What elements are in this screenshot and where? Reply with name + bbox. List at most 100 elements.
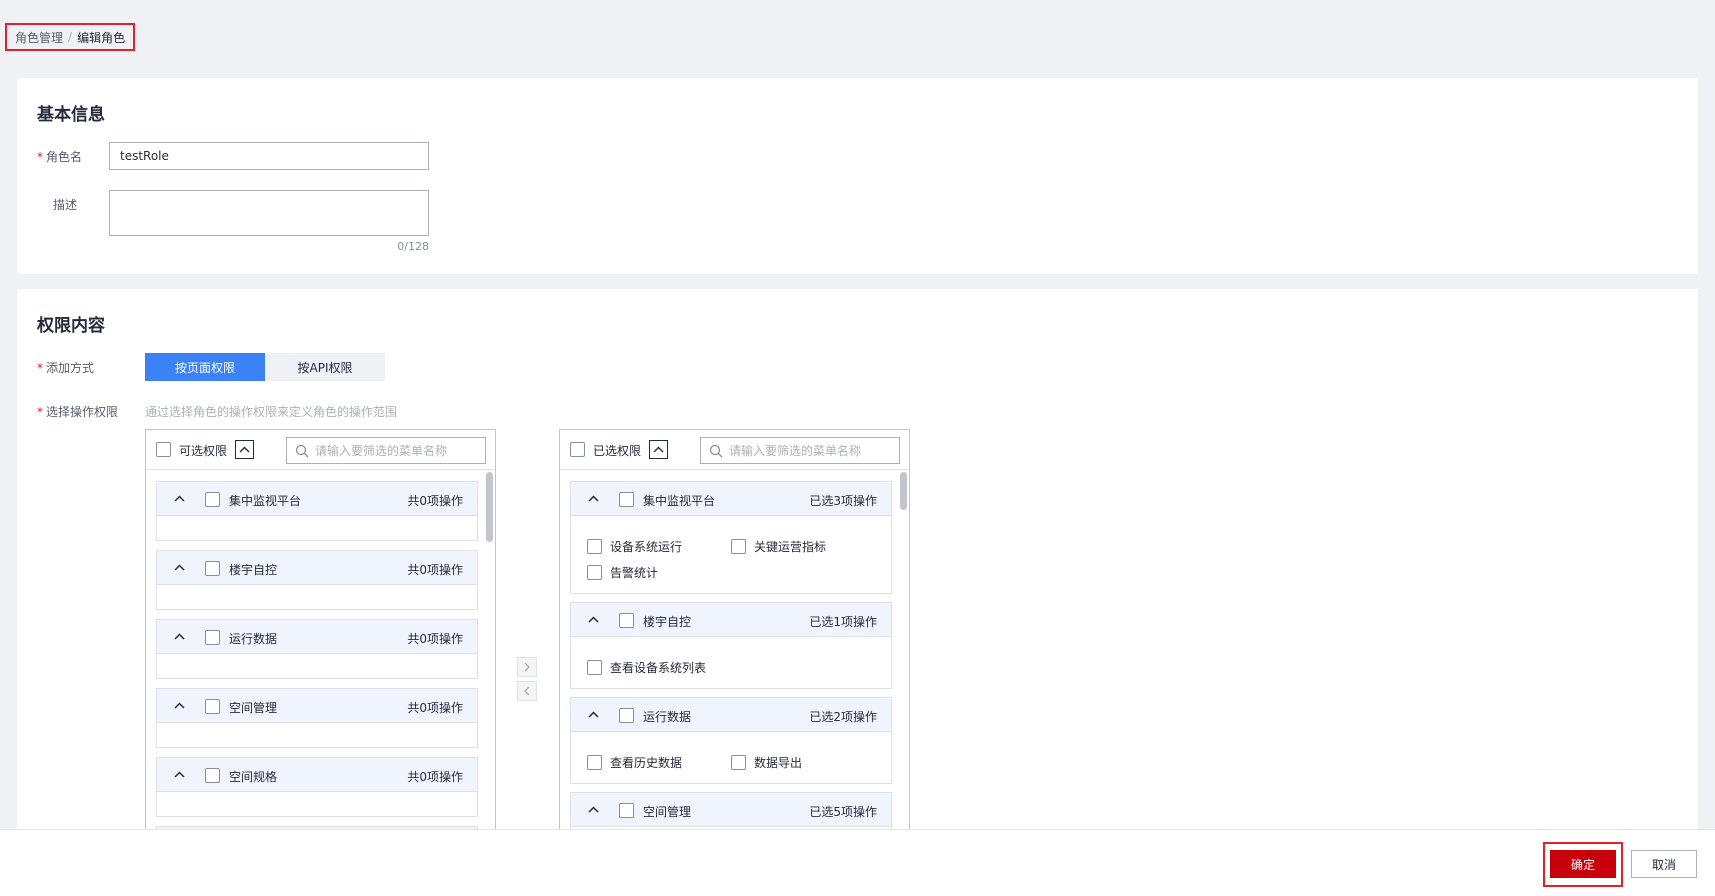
group-count: 共0项操作 <box>407 770 463 784</box>
available-group: 空间规格 共0项操作 <box>156 757 478 817</box>
available-group: 楼宇自控 共0项操作 <box>156 550 478 610</box>
select-ops-hint: 通过选择角色的操作权限来定义角色的操作范围 <box>145 405 398 419</box>
search-placeholder: 请输入要筛选的菜单名称 <box>315 444 448 458</box>
group-checkbox[interactable] <box>205 768 220 783</box>
chevron-up-icon[interactable] <box>587 613 600 626</box>
group-name: 集中监视平台 <box>643 494 716 508</box>
chevron-up-icon[interactable] <box>587 803 600 816</box>
chevron-up-icon[interactable] <box>587 708 600 721</box>
group-checkbox[interactable] <box>205 561 220 576</box>
add-method-label: * 添加方式 <box>37 361 95 375</box>
chevron-up-icon <box>653 446 664 453</box>
collapse-all-available-button[interactable] <box>235 440 254 459</box>
selected-scrollbar[interactable] <box>899 471 907 829</box>
available-permissions-panel: 可选权限 请输入要筛选的菜单名称 集中监视平台 共0项操作 楼宇自控 共0项操作… <box>145 429 496 829</box>
permission-item[interactable]: 查看设备系统列表 <box>587 659 706 676</box>
group-name: 楼宇自控 <box>643 615 692 629</box>
permission-item[interactable]: 数据导出 <box>731 754 802 771</box>
footer-bar: 确定 取消 <box>0 829 1715 896</box>
basic-info-card: 基本信息 * 角色名 testRole 描述 0/128 <box>17 78 1698 274</box>
item-checkbox[interactable] <box>731 539 746 554</box>
selected-group: 楼宇自控 已选1项操作 查看设备系统列表 <box>570 602 892 689</box>
item-checkbox[interactable] <box>587 539 602 554</box>
description-char-count: 0/128 <box>397 240 429 253</box>
chevron-right-icon <box>524 662 530 672</box>
available-group-header[interactable]: 集中监视平台 共0项操作 <box>157 482 477 516</box>
group-name: 空间管理 <box>229 701 278 715</box>
chevron-up-icon[interactable] <box>173 699 186 712</box>
group-name: 空间规格 <box>229 770 278 784</box>
group-checkbox[interactable] <box>619 492 634 507</box>
chevron-up-icon[interactable] <box>173 768 186 781</box>
basic-info-title: 基本信息 <box>37 105 105 125</box>
confirm-button[interactable]: 确定 <box>1550 850 1616 878</box>
group-count: 已选5项操作 <box>809 805 877 819</box>
chevron-up-icon[interactable] <box>173 561 186 574</box>
permission-item[interactable]: 告警统计 <box>587 564 658 581</box>
cancel-button[interactable]: 取消 <box>1631 850 1697 878</box>
group-checkbox[interactable] <box>619 708 634 723</box>
selected-group: 集中监视平台 已选3项操作 设备系统运行 关键运营指标 告警统计 <box>570 481 892 594</box>
search-icon <box>709 444 723 457</box>
select-ops-label: * 选择操作权限 <box>37 405 119 419</box>
group-checkbox[interactable] <box>619 803 634 818</box>
permissions-title: 权限内容 <box>37 316 105 336</box>
tab-page-permission[interactable]: 按页面权限 <box>145 353 265 381</box>
chevron-up-icon[interactable] <box>173 492 186 505</box>
selected-panel-label: 已选权限 <box>593 444 642 458</box>
permission-item[interactable]: 关键运营指标 <box>731 538 826 555</box>
chevron-up-icon[interactable] <box>173 630 186 643</box>
select-all-available-checkbox[interactable] <box>156 442 171 457</box>
tab-api-permission[interactable]: 按API权限 <box>265 353 385 381</box>
available-group: 运行数据 共0项操作 <box>156 619 478 679</box>
selected-search-input[interactable]: 请输入要筛选的菜单名称 <box>700 437 900 464</box>
available-group-header[interactable]: 楼宇自控 共0项操作 <box>157 551 477 585</box>
group-count: 共0项操作 <box>407 701 463 715</box>
chevron-up-icon[interactable] <box>587 492 600 505</box>
selected-permissions-panel: 已选权限 请输入要筛选的菜单名称 集中监视平台 已选3项操作 设备系统运行 关键… <box>559 429 910 829</box>
select-all-selected-checkbox[interactable] <box>570 442 585 457</box>
selected-group-header[interactable]: 楼宇自控 已选1项操作 <box>571 603 891 637</box>
group-checkbox[interactable] <box>205 699 220 714</box>
group-count: 已选3项操作 <box>809 494 877 508</box>
available-group: 空间管理 共0项操作 <box>156 688 478 748</box>
transfer-right-button[interactable] <box>517 657 537 677</box>
selected-group: 空间管理 已选5项操作 <box>570 792 892 829</box>
item-checkbox[interactable] <box>587 565 602 580</box>
group-count: 已选2项操作 <box>809 710 877 724</box>
group-name: 空间管理 <box>643 805 692 819</box>
selected-scrollbar-thumb[interactable] <box>900 472 907 510</box>
available-search-input[interactable]: 请输入要筛选的菜单名称 <box>286 437 486 464</box>
available-group-header[interactable]: 运行数据 共0项操作 <box>157 620 477 654</box>
search-placeholder: 请输入要筛选的菜单名称 <box>729 444 862 458</box>
available-scrollbar-thumb[interactable] <box>486 472 493 542</box>
selected-panel-header: 已选权限 请输入要筛选的菜单名称 <box>560 430 909 470</box>
item-checkbox[interactable] <box>731 755 746 770</box>
role-name-input[interactable]: testRole <box>109 142 429 170</box>
add-method-segmented-control: 按页面权限 按API权限 <box>145 353 385 381</box>
available-group-header[interactable]: 空间规格 共0项操作 <box>157 758 477 792</box>
required-asterisk: * <box>37 361 43 375</box>
collapse-all-selected-button[interactable] <box>649 440 668 459</box>
group-checkbox[interactable] <box>205 630 220 645</box>
breadcrumb-current: 编辑角色 <box>77 30 126 45</box>
selected-group-header[interactable]: 集中监视平台 已选3项操作 <box>571 482 891 516</box>
group-count: 已选1项操作 <box>809 615 877 629</box>
permission-item[interactable]: 查看历史数据 <box>587 754 682 771</box>
group-checkbox[interactable] <box>205 492 220 507</box>
item-checkbox[interactable] <box>587 660 602 675</box>
description-textarea[interactable] <box>109 190 429 236</box>
group-name: 运行数据 <box>229 632 278 646</box>
selected-group-header[interactable]: 运行数据 已选2项操作 <box>571 698 891 732</box>
permission-item[interactable]: 设备系统运行 <box>587 538 682 555</box>
group-checkbox[interactable] <box>619 613 634 628</box>
description-label: 描述 <box>53 198 78 212</box>
breadcrumb-role-management-link[interactable]: 角色管理 <box>15 29 63 46</box>
group-name: 楼宇自控 <box>229 563 278 577</box>
group-count: 共0项操作 <box>407 632 463 646</box>
item-checkbox[interactable] <box>587 755 602 770</box>
available-panel-header: 可选权限 请输入要筛选的菜单名称 <box>146 430 495 470</box>
selected-group-header[interactable]: 空间管理 已选5项操作 <box>571 793 891 827</box>
transfer-left-button[interactable] <box>517 681 537 701</box>
available-group-header[interactable]: 空间管理 共0项操作 <box>157 689 477 723</box>
